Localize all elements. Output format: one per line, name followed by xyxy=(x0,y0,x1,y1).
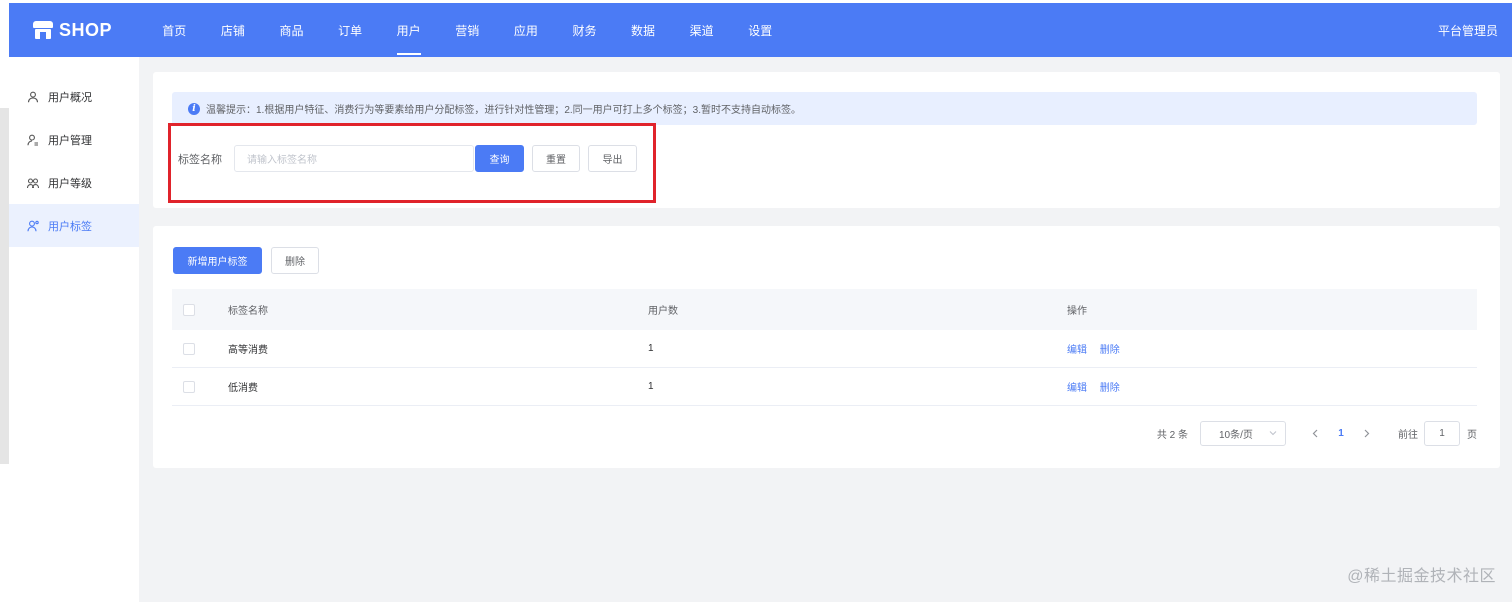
logo-text: SHOP xyxy=(59,19,113,40)
chevron-down-icon xyxy=(1269,428,1277,439)
users-group-icon xyxy=(27,177,39,189)
next-page-icon[interactable] xyxy=(1358,429,1376,438)
nav-item-home[interactable]: 首页 xyxy=(145,3,204,57)
goto-page-input[interactable]: 1 xyxy=(1424,421,1460,446)
row-checkbox[interactable] xyxy=(183,342,195,355)
search-card: i 温馨提示：1.根据用户特征、消费行为等要素给用户分配标签，进行针对性管理；2… xyxy=(153,72,1500,208)
cell-tag-name: 低消费 xyxy=(228,383,258,394)
admin-user-menu[interactable]: 平台管理员 xyxy=(1438,3,1498,57)
edit-link[interactable]: 编辑 xyxy=(1067,345,1087,356)
user-tag-icon xyxy=(27,220,39,232)
tag-list-card: 新增用户标签 删除 标签名称 用户数 操作 高等消费 1 编辑 删除 低消费 1… xyxy=(153,226,1500,468)
pagination: 共 2 条 10条/页 1 前往 1 页 xyxy=(1157,421,1477,446)
store-icon xyxy=(33,21,53,39)
nav-item-finance[interactable]: 财务 xyxy=(555,3,614,57)
sidebar-item-level[interactable]: 用户等级 xyxy=(9,161,139,204)
page-number-current[interactable]: 1 xyxy=(1324,428,1358,439)
info-icon: i xyxy=(188,102,200,115)
select-all-checkbox[interactable] xyxy=(183,303,195,316)
cell-user-count: 1 xyxy=(648,381,654,392)
sidebar-item-manage[interactable]: 用户管理 xyxy=(9,118,139,161)
nav-item-marketing[interactable]: 营销 xyxy=(438,3,497,57)
add-user-tag-button[interactable]: 新增用户标签 xyxy=(173,247,262,274)
row-checkbox[interactable] xyxy=(183,380,195,393)
nav-item-users[interactable]: 用户 xyxy=(379,3,438,57)
page-size-select[interactable]: 10条/页 xyxy=(1200,421,1286,446)
tag-table: 标签名称 用户数 操作 高等消费 1 编辑 删除 低消费 1 编辑 删除 xyxy=(172,289,1477,406)
table-toolbar: 新增用户标签 删除 xyxy=(173,247,319,274)
user-manage-icon xyxy=(27,134,39,146)
sidebar-item-label: 用户标签 xyxy=(48,220,92,233)
edge-scroll-area xyxy=(0,108,9,464)
edit-link[interactable]: 编辑 xyxy=(1067,383,1087,394)
watermark: @稀土掘金技术社区 xyxy=(1347,568,1496,585)
table-header: 标签名称 用户数 操作 xyxy=(172,289,1477,330)
delete-link[interactable]: 删除 xyxy=(1100,383,1120,394)
nav-item-goods[interactable]: 商品 xyxy=(262,3,321,57)
nav-item-orders[interactable]: 订单 xyxy=(321,3,380,57)
sidebar-item-label: 用户管理 xyxy=(48,134,92,147)
sidebar-item-tags[interactable]: 用户标签 xyxy=(9,204,139,247)
sidebar: 用户概况 用户管理 用户等级 用户标签 xyxy=(9,57,139,602)
col-header-ops: 操作 xyxy=(1067,306,1087,317)
cell-tag-name: 高等消费 xyxy=(228,345,268,356)
goto-label: 前往 xyxy=(1398,430,1418,441)
sidebar-item-overview[interactable]: 用户概况 xyxy=(9,75,139,118)
main-content: i 温馨提示：1.根据用户特征、消费行为等要素给用户分配标签，进行针对性管理；2… xyxy=(139,57,1512,602)
main-nav: 首页 店铺 商品 订单 用户 营销 应用 财务 数据 渠道 设置 xyxy=(145,3,790,57)
logo[interactable]: SHOP xyxy=(33,3,112,57)
total-count: 共 2 条 xyxy=(1156,430,1188,441)
page-size-value: 10条/页 xyxy=(1219,430,1253,441)
col-header-count: 用户数 xyxy=(648,306,678,317)
sidebar-item-label: 用户概况 xyxy=(48,91,92,104)
left-window-edge xyxy=(0,0,9,602)
nav-item-channels[interactable]: 渠道 xyxy=(672,3,731,57)
cell-user-count: 1 xyxy=(648,343,654,354)
user-icon xyxy=(27,91,39,103)
tip-banner: i 温馨提示：1.根据用户特征、消费行为等要素给用户分配标签，进行针对性管理；2… xyxy=(172,92,1477,125)
batch-delete-button[interactable]: 删除 xyxy=(271,247,319,274)
highlight-box xyxy=(168,123,656,203)
nav-item-store[interactable]: 店铺 xyxy=(204,3,263,57)
table-row: 低消费 1 编辑 删除 xyxy=(172,368,1477,406)
nav-item-settings[interactable]: 设置 xyxy=(731,3,790,57)
prev-page-icon[interactable] xyxy=(1306,429,1324,438)
nav-item-apps[interactable]: 应用 xyxy=(497,3,556,57)
table-row: 高等消费 1 编辑 删除 xyxy=(172,330,1477,368)
delete-link[interactable]: 删除 xyxy=(1100,345,1120,356)
tip-text: 温馨提示：1.根据用户特征、消费行为等要素给用户分配标签，进行针对性管理；2.同… xyxy=(206,105,802,116)
goto-suffix: 页 xyxy=(1467,430,1477,441)
nav-item-data[interactable]: 数据 xyxy=(614,3,673,57)
col-header-name: 标签名称 xyxy=(228,306,268,317)
sidebar-item-label: 用户等级 xyxy=(48,177,92,190)
top-navbar: SHOP 首页 店铺 商品 订单 用户 营销 应用 财务 数据 渠道 设置 平台… xyxy=(9,3,1512,57)
